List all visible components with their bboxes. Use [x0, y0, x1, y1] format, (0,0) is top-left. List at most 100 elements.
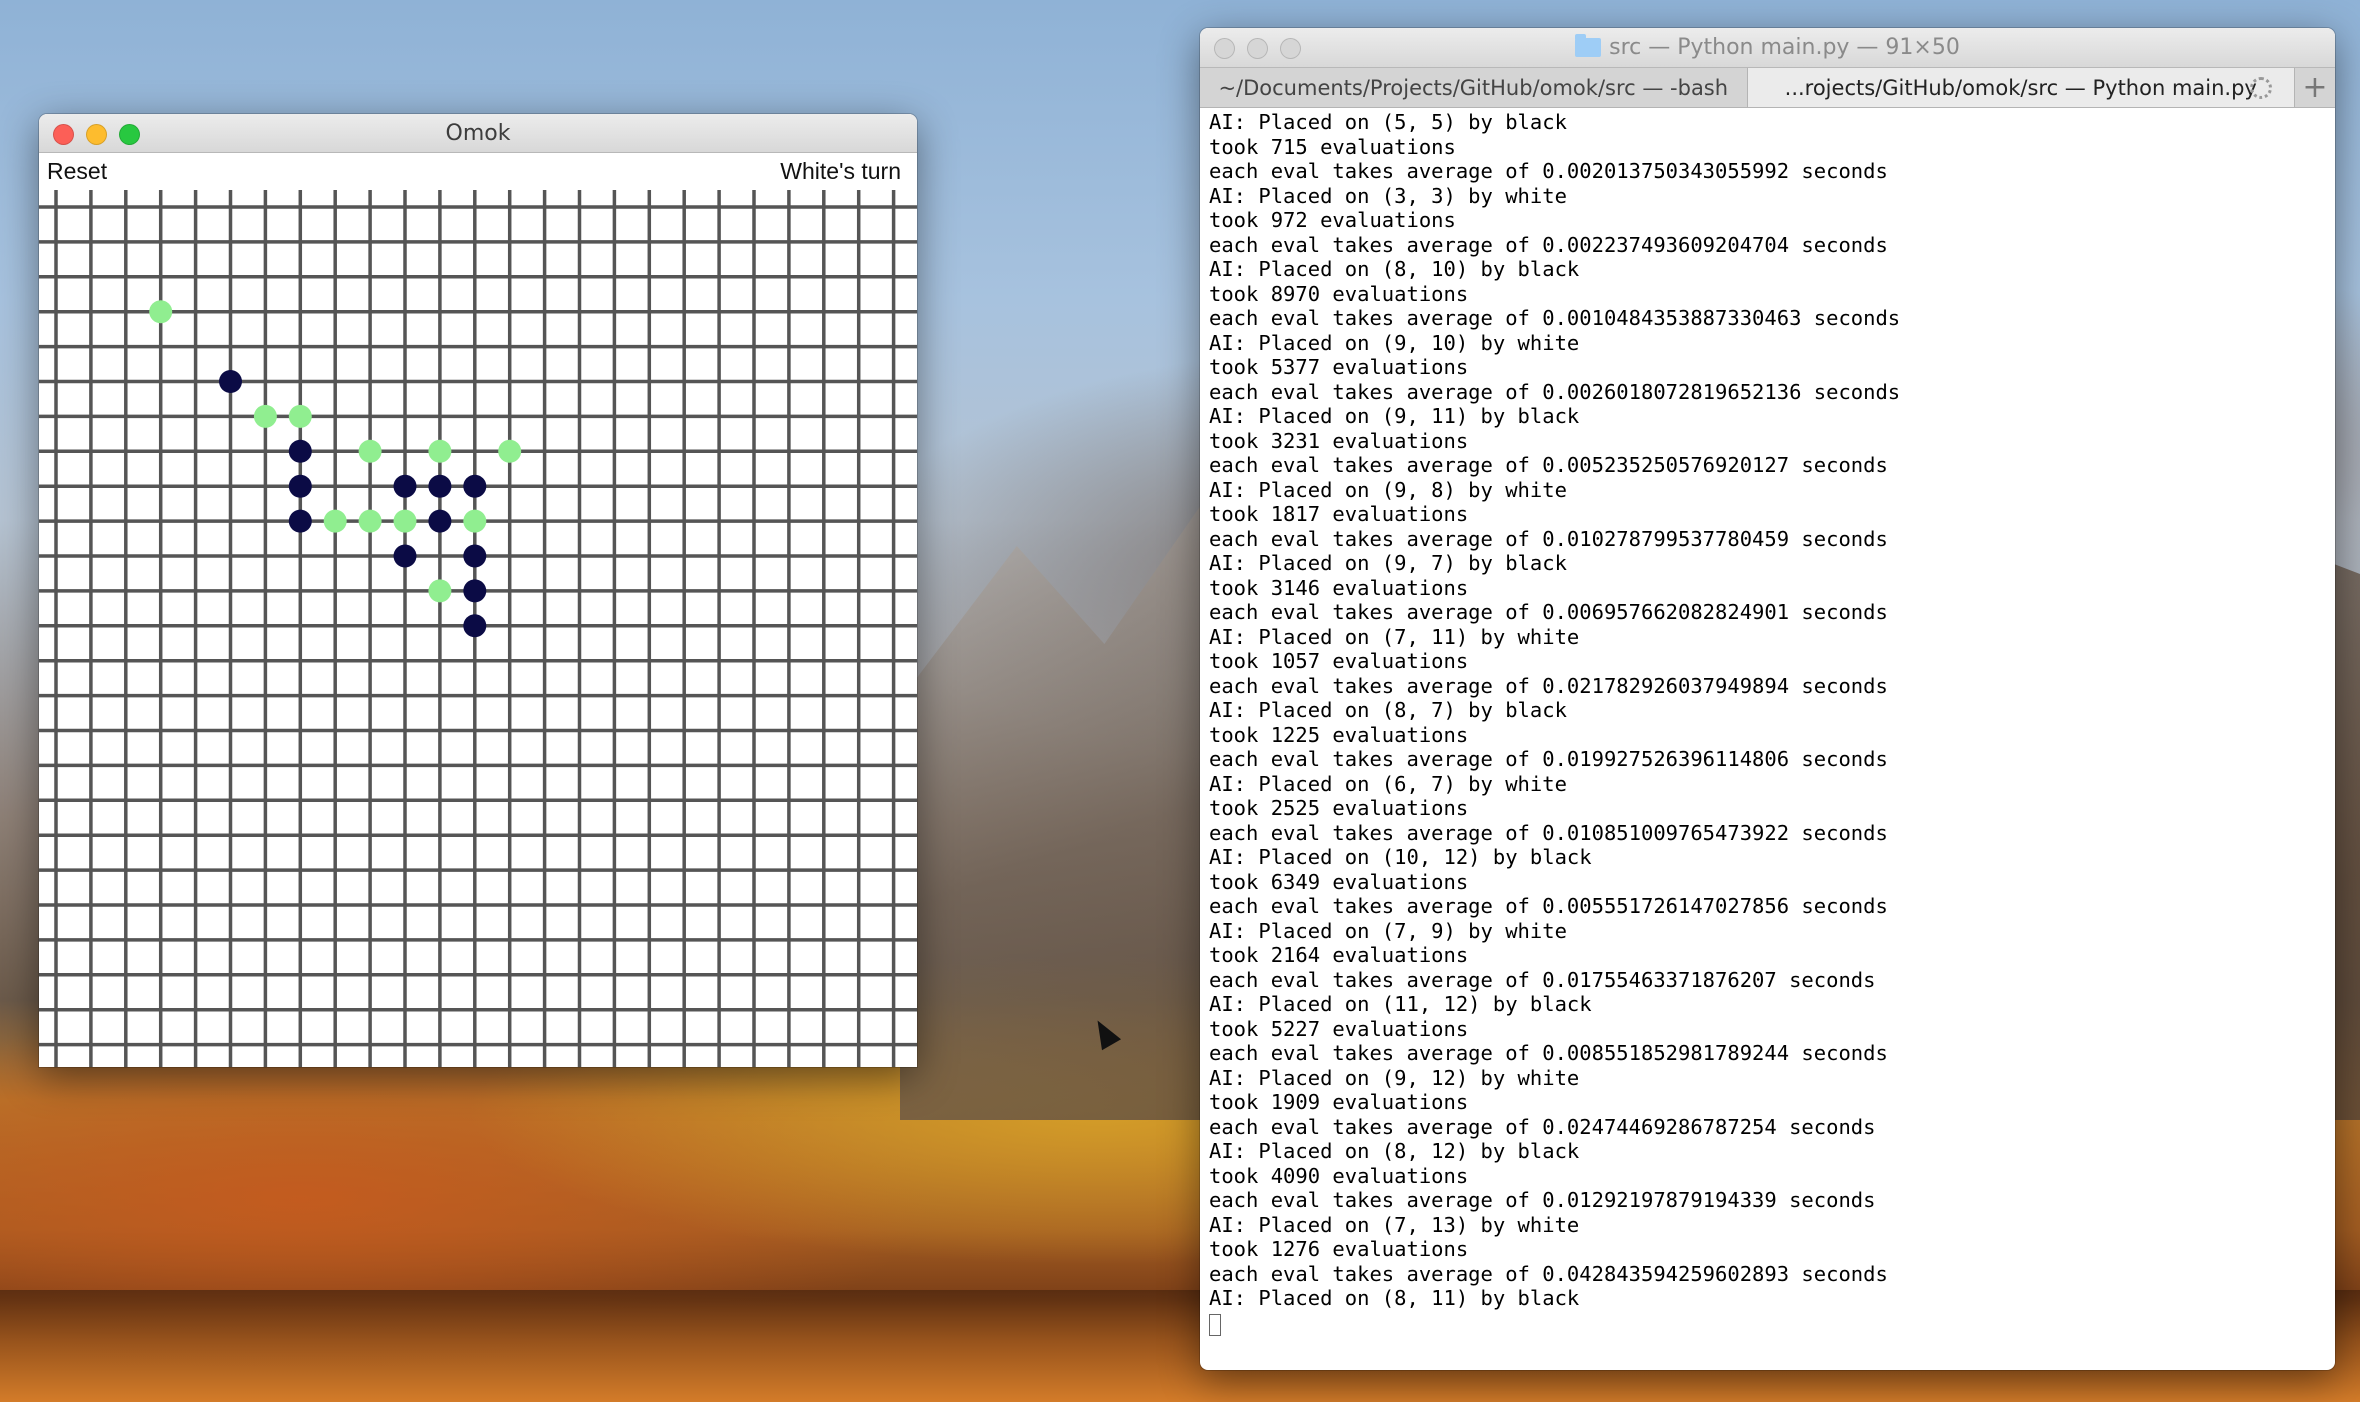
tab-label: ...rojects/GitHub/omok/src — Python main… — [1784, 75, 2257, 100]
new-tab-button[interactable]: + — [2295, 68, 2335, 107]
terminal-line: each eval takes average of 0.01755463371… — [1209, 967, 1876, 992]
terminal-line: each eval takes average of 0.00104843538… — [1209, 306, 1901, 330]
stone-white — [323, 509, 347, 533]
terminal-line: took 1225 evaluations — [1209, 722, 1469, 747]
stone-white — [498, 439, 522, 463]
stone-black — [463, 544, 487, 568]
omok-toolbar: Reset White's turn — [39, 153, 917, 190]
stone-white — [358, 509, 382, 533]
terminal-line: each eval takes average of 0.00223749360… — [1209, 232, 1888, 257]
terminal-line: AI: Placed on (9, 7) by black — [1209, 551, 1567, 575]
terminal-window: src — Python main.py — 91×50 ~/Documents… — [1200, 28, 2335, 1370]
terminal-line: AI: Placed on (8, 7) by black — [1209, 698, 1567, 722]
terminal-line: each eval takes average of 0.00555172614… — [1209, 894, 1888, 918]
terminal-title-text: src — Python main.py — 91×50 — [1609, 35, 1960, 60]
terminal-line: took 5377 evaluations — [1209, 355, 1469, 379]
window-controls — [53, 124, 140, 145]
close-button[interactable] — [53, 124, 74, 145]
stone-white — [428, 439, 452, 463]
terminal-line: took 2525 evaluations — [1209, 796, 1469, 820]
minimize-button[interactable] — [1247, 38, 1268, 59]
terminal-line: AI: Placed on (3, 3) by white — [1209, 183, 1567, 208]
terminal-line: AI: Placed on (8, 11) by black — [1209, 1286, 1580, 1310]
terminal-line: each eval takes average of 0.00855185298… — [1209, 1041, 1888, 1065]
board-canvas[interactable] — [39, 190, 917, 1067]
terminal-line: AI: Placed on (5, 5) by black — [1209, 110, 1567, 134]
terminal-line: took 972 evaluations — [1209, 208, 1456, 232]
terminal-line: took 715 evaluations — [1209, 134, 1456, 159]
spinner-icon — [2250, 77, 2272, 99]
terminal-line: each eval takes average of 0.02474469286… — [1209, 1114, 1876, 1139]
terminal-line: took 3146 evaluations — [1209, 575, 1469, 600]
window-controls — [1214, 38, 1301, 59]
terminal-line: AI: Placed on (6, 7) by white — [1209, 771, 1567, 796]
stone-white — [288, 404, 312, 428]
terminal-line: AI: Placed on (9, 12) by white — [1209, 1065, 1580, 1090]
terminal-line: each eval takes average of 0.01027879953… — [1209, 526, 1888, 551]
tab-bar: ~/Documents/Projects/GitHub/omok/src — -… — [1200, 68, 2335, 108]
terminal-line: each eval takes average of 0.01292197879… — [1209, 1188, 1876, 1212]
stone-white — [463, 509, 487, 533]
terminal-line: each eval takes average of 0.00260180728… — [1209, 379, 1901, 404]
reset-button[interactable]: Reset — [47, 158, 107, 185]
terminal-line: took 8970 evaluations — [1209, 281, 1469, 306]
stone-black — [219, 370, 242, 393]
terminal-line: AI: Placed on (9, 8) by white — [1209, 477, 1567, 502]
stone-white — [393, 509, 417, 533]
terminal-output[interactable]: AI: Placed on (5, 5) by black took 715 ev… — [1200, 108, 2335, 1336]
terminal-line: took 6349 evaluations — [1209, 869, 1469, 894]
minimize-button[interactable] — [86, 124, 107, 145]
terminal-line: each eval takes average of 0.04284359425… — [1209, 1261, 1888, 1286]
stone-black — [393, 544, 417, 568]
terminal-line: took 5227 evaluations — [1209, 1016, 1469, 1041]
terminal-line: took 3231 evaluations — [1209, 428, 1469, 453]
terminal-line: each eval takes average of 0.00523525057… — [1209, 453, 1888, 477]
terminal-line: AI: Placed on (11, 12) by black — [1209, 992, 1592, 1016]
zoom-button[interactable] — [119, 124, 140, 145]
stone-black — [288, 509, 312, 533]
terminal-line: each eval takes average of 0.02178292603… — [1209, 673, 1888, 698]
terminal-line: AI: Placed on (7, 13) by white — [1209, 1212, 1580, 1237]
window-title: Omok — [445, 120, 511, 146]
terminal-line: each eval takes average of 0.01085100976… — [1209, 820, 1888, 845]
terminal-line: AI: Placed on (8, 10) by black — [1209, 257, 1580, 281]
zoom-button[interactable] — [1280, 38, 1301, 59]
terminal-line: AI: Placed on (7, 11) by white — [1209, 624, 1580, 649]
folder-icon — [1575, 34, 1602, 57]
stone-black — [428, 509, 452, 533]
terminal-line: took 1817 evaluations — [1209, 502, 1469, 526]
tab-label: ~/Documents/Projects/GitHub/omok/src — -… — [1218, 75, 1729, 100]
stone-black — [463, 614, 487, 638]
terminal-line: took 1909 evaluations — [1209, 1090, 1469, 1114]
stone-white — [149, 300, 173, 324]
terminal-line: each eval takes average of 0.01992752639… — [1209, 747, 1888, 771]
stone-black — [463, 474, 487, 498]
close-button[interactable] — [1214, 38, 1235, 59]
window-title: src — Python main.py — 91×50 — [1575, 34, 1960, 60]
stone-black — [288, 474, 312, 498]
terminal-line: took 1057 evaluations — [1209, 649, 1469, 673]
stone-black — [393, 474, 417, 498]
terminal-titlebar[interactable]: src — Python main.py — 91×50 — [1200, 28, 2335, 68]
terminal-line: each eval takes average of 0.00201375034… — [1209, 159, 1888, 183]
tab-python[interactable]: ...rojects/GitHub/omok/src — Python main… — [1747, 68, 2295, 107]
terminal-line: AI: Placed on (9, 10) by white — [1209, 330, 1580, 355]
terminal-line: took 2164 evaluations — [1209, 943, 1469, 967]
omok-titlebar[interactable]: Omok — [39, 114, 917, 153]
text-cursor-icon — [1209, 1313, 1221, 1336]
terminal-prompt-line[interactable] — [1209, 1311, 2335, 1336]
terminal-line: AI: Placed on (7, 9) by white — [1209, 918, 1567, 943]
terminal-line: took 4090 evaluations — [1209, 1163, 1469, 1188]
game-board[interactable] — [39, 190, 917, 1067]
tab-bash[interactable]: ~/Documents/Projects/GitHub/omok/src — -… — [1200, 68, 1748, 107]
stone-white — [358, 439, 382, 463]
terminal-line: each eval takes average of 0.00695766208… — [1209, 600, 1888, 624]
stone-black — [463, 579, 487, 603]
stone-white — [428, 579, 452, 603]
omok-window: Omok Reset White's turn — [39, 114, 917, 1067]
stone-black — [428, 474, 452, 498]
terminal-line: AI: Placed on (9, 11) by black — [1209, 404, 1580, 428]
terminal-line: took 1276 evaluations — [1209, 1237, 1469, 1261]
terminal-line: AI: Placed on (8, 12) by black — [1209, 1139, 1580, 1163]
stone-white — [253, 404, 277, 428]
